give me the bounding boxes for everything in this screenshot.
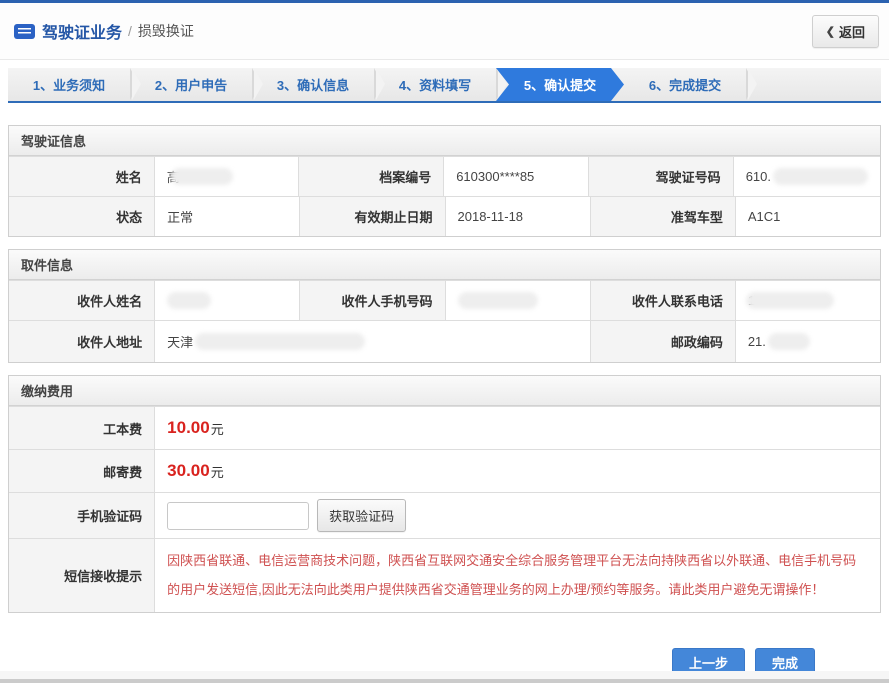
recipient-name-value (154, 281, 299, 320)
postal-code-label: 邮政编码 (590, 321, 735, 362)
postage-fee-amount: 30.00 (167, 461, 210, 481)
sms-notice-cell: 因陕西省联通、电信运营商技术问题，陕西省互联网交通安全综合服务管理平台无法向持陕… (154, 539, 880, 612)
section-license-info-title: 驾驶证信息 (9, 126, 880, 156)
section-fees: 缴纳费用 工本费 10.00 元 邮寄费 30.00 元 手机验证码 获取验证码… (8, 375, 881, 613)
expiry-date-value: 2018-11-18 (445, 197, 590, 236)
redaction-blur (195, 333, 365, 350)
recipient-name-label: 收件人姓名 (9, 281, 154, 320)
sms-notice-label: 短信接收提示 (9, 539, 154, 612)
page-title: 驾驶证业务 (42, 19, 122, 43)
file-number-value: 610300****85 (443, 157, 588, 196)
production-fee-amount: 10.00 (167, 418, 210, 438)
sms-code-input[interactable] (167, 502, 309, 530)
table-row: 工本费 10.00 元 (9, 406, 880, 449)
production-fee-value: 10.00 元 (154, 407, 880, 449)
redaction-blur (768, 333, 810, 350)
section-pickup-info-title: 取件信息 (9, 250, 880, 280)
currency-unit: 元 (211, 419, 224, 438)
expiry-date-label: 有效期止日期 (299, 197, 444, 236)
step-4-fill-data: 4、资料填写 (374, 68, 496, 101)
section-pickup-info: 取件信息 收件人姓名 收件人手机号码 收件人联系电话 1 收件人地址 天津 邮政… (8, 249, 881, 363)
sms-notice-text: 因陕西省联通、电信运营商技术问题，陕西省互联网交通安全综合服务管理平台无法向持陕… (155, 539, 880, 612)
license-number-label: 驾驶证号码 (588, 157, 733, 196)
name-value: 高 (154, 157, 299, 196)
step-wizard-bar: 1、业务须知 2、用户申告 3、确认信息 4、资料填写 5、确认提交 6、完成提… (8, 68, 881, 103)
vehicle-class-label: 准驾车型 (590, 197, 735, 236)
recipient-address-label: 收件人地址 (9, 321, 154, 362)
postal-code-value: 21. (735, 321, 880, 362)
sms-code-cell: 获取验证码 (154, 493, 880, 538)
redaction-blur (746, 292, 834, 309)
currency-unit: 元 (211, 462, 224, 481)
section-fees-title: 缴纳费用 (9, 376, 880, 406)
step-1-business-notice: 1、业务须知 (8, 68, 130, 101)
get-sms-code-button[interactable]: 获取验证码 (317, 499, 406, 532)
step-6-complete-submit: 6、完成提交 (624, 68, 746, 101)
section-license-info: 驾驶证信息 姓名 高 档案编号 610300****85 驾驶证号码 610. … (8, 125, 881, 237)
step-bar-filler (746, 68, 881, 101)
back-button-label: 返回 (839, 22, 865, 41)
breadcrumb-divider: / (128, 23, 132, 39)
table-row: 手机验证码 获取验证码 (9, 492, 880, 538)
step-2-user-declaration: 2、用户申告 (130, 68, 252, 101)
recipient-phone-value: 1 (735, 281, 880, 320)
recipient-mobile-label: 收件人手机号码 (299, 281, 444, 320)
file-number-label: 档案编号 (298, 157, 443, 196)
step-5-confirm-submit-active: 5、确认提交 (496, 68, 624, 101)
table-row: 状态 正常 有效期止日期 2018-11-18 准驾车型 A1C1 (9, 196, 880, 236)
name-label: 姓名 (9, 157, 154, 196)
redaction-blur (773, 168, 868, 185)
recipient-mobile-value (445, 281, 590, 320)
license-card-icon (14, 24, 35, 39)
table-row: 收件人姓名 收件人手机号码 收件人联系电话 1 (9, 280, 880, 320)
redaction-blur (458, 292, 538, 309)
recipient-address-value: 天津 (154, 321, 590, 362)
redaction-blur (171, 168, 233, 185)
status-label: 状态 (9, 197, 154, 236)
redaction-blur (167, 292, 211, 309)
table-row: 邮寄费 30.00 元 (9, 449, 880, 492)
vehicle-class-value: A1C1 (735, 197, 880, 236)
breadcrumb-current: 损毁换证 (138, 21, 194, 41)
page-bottom-strip (0, 671, 889, 683)
chevron-left-icon: ❮ (826, 25, 835, 38)
table-row: 短信接收提示 因陕西省联通、电信运营商技术问题，陕西省互联网交通安全综合服务管理… (9, 538, 880, 612)
postage-fee-value: 30.00 元 (154, 450, 880, 492)
license-number-value: 610. (733, 157, 880, 196)
sms-code-label: 手机验证码 (9, 493, 154, 538)
back-button[interactable]: ❮ 返回 (812, 15, 879, 48)
table-row: 姓名 高 档案编号 610300****85 驾驶证号码 610. (9, 156, 880, 196)
recipient-phone-label: 收件人联系电话 (590, 281, 735, 320)
status-value: 正常 (154, 197, 299, 236)
step-3-confirm-info: 3、确认信息 (252, 68, 374, 101)
page-header: 驾驶证业务 / 损毁换证 ❮ 返回 (0, 3, 889, 60)
table-row: 收件人地址 天津 邮政编码 21. (9, 320, 880, 362)
postage-fee-label: 邮寄费 (9, 450, 154, 492)
production-fee-label: 工本费 (9, 407, 154, 449)
